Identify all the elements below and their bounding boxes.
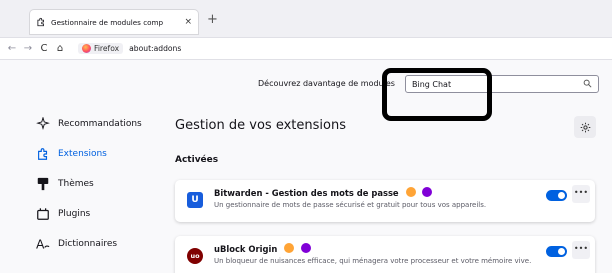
forward-icon[interactable]: →	[20, 43, 36, 54]
navigation-toolbar: ← → C ⌂ Firefox about:addons	[0, 38, 612, 60]
sidebar-item-label: Thèmes	[58, 179, 94, 189]
tools-button[interactable]	[574, 116, 596, 138]
sidebar-item-themes[interactable]: Thèmes	[36, 177, 94, 191]
extension-name: Bitwarden - Gestion des mots de passe	[214, 187, 433, 198]
plugin-icon	[36, 207, 50, 221]
url-text[interactable]: about:addons	[129, 44, 181, 53]
home-icon[interactable]: ⌂	[52, 43, 68, 54]
sidebar-item-plugins[interactable]: Plugins	[36, 207, 90, 221]
extension-name-text: Bitwarden - Gestion des mots de passe	[214, 188, 399, 198]
extension-description: Un gestionnaire de mots de passe sécuris…	[214, 201, 487, 209]
more-options-icon[interactable]: •••	[572, 241, 590, 259]
reload-icon[interactable]: C	[36, 43, 52, 54]
sidebar-item-label: Plugins	[58, 209, 91, 219]
addons-page: Découvrez davantage de modules Recommand…	[0, 60, 612, 273]
close-tab-icon[interactable]: ×	[184, 17, 192, 27]
sidebar-item-dictionaries[interactable]: A Dictionnaires	[36, 237, 117, 251]
new-tab-button[interactable]: +	[207, 12, 218, 27]
sparkle-icon	[36, 117, 50, 131]
recommended-badge-icon	[284, 243, 295, 253]
extension-enable-toggle[interactable]	[546, 246, 567, 257]
private-browsing-badge-icon	[301, 243, 312, 253]
firefox-logo-icon	[82, 44, 91, 53]
extension-card-ublock-origin[interactable]: uo uBlock Origin Un bloqueur de nuisance…	[175, 236, 595, 273]
recommended-badge-icon	[405, 187, 416, 197]
identity-chip[interactable]: Firefox	[78, 43, 124, 54]
extension-name: uBlock Origin	[214, 243, 312, 254]
puzzle-icon	[37, 17, 44, 27]
extension-card-bitwarden[interactable]: U Bitwarden - Gestion des mots de passe …	[175, 180, 595, 222]
search-input[interactable]	[405, 75, 599, 93]
extension-enable-toggle[interactable]	[546, 190, 567, 201]
brush-icon	[36, 177, 50, 191]
page-title: Gestion de vos extensions	[175, 118, 346, 133]
sidebar-item-recommandations[interactable]: Recommandations	[36, 117, 142, 131]
extension-name-text: uBlock Origin	[214, 244, 278, 254]
url-bar[interactable]: Firefox about:addons	[78, 43, 181, 54]
more-options-icon[interactable]: •••	[572, 185, 590, 203]
extension-description: Un bloqueur de nuisances efficace, qui m…	[214, 257, 532, 265]
tab-addons-manager[interactable]: Gestionnaire de modules comp ×	[30, 10, 198, 34]
sidebar-item-label: Dictionnaires	[58, 239, 118, 249]
ublock-origin-icon: uo	[187, 248, 203, 264]
enabled-section-heading: Activées	[175, 155, 219, 165]
dictionary-icon: A	[36, 237, 50, 251]
sidebar-item-label: Extensions	[58, 149, 107, 159]
tab-strip: Gestionnaire de modules comp × +	[0, 0, 612, 38]
search-icon[interactable]	[583, 79, 592, 88]
private-browsing-badge-icon	[422, 187, 433, 197]
back-icon[interactable]: ←	[4, 43, 20, 54]
search-label: Découvrez davantage de modules	[258, 79, 395, 88]
tab-title: Gestionnaire de modules comp	[51, 17, 164, 27]
identity-label: Firefox	[94, 44, 120, 53]
sidebar: Recommandations Extensions Thèmes Plugin…	[36, 60, 176, 273]
sidebar-item-extensions[interactable]: Extensions	[36, 147, 107, 161]
sidebar-item-label: Recommandations	[58, 119, 142, 129]
svg-text:A: A	[36, 237, 45, 251]
bitwarden-icon: U	[187, 192, 203, 208]
puzzle-icon	[36, 147, 50, 161]
gear-icon	[580, 122, 590, 132]
